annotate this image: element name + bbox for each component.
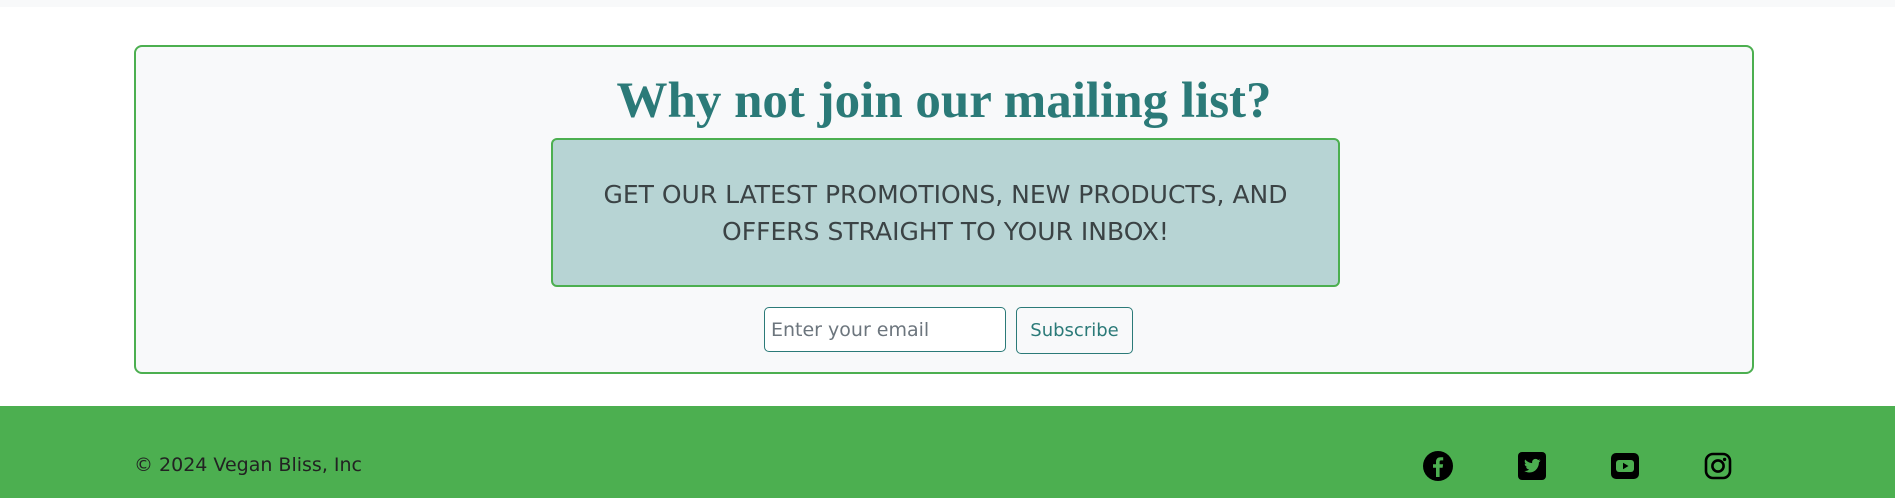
facebook-glyph [1423,451,1453,481]
youtube-glyph [1611,453,1639,479]
instagram-glyph [1704,452,1732,480]
instagram-icon[interactable] [1702,450,1734,482]
promo-text: GET OUR LATEST PROMOTIONS, NEW PRODUCTS,… [603,179,1288,246]
youtube-icon[interactable] [1609,450,1641,482]
mailing-list-section: Why not join our mailing list? GET OUR L… [134,45,1754,374]
site-footer: © 2024 Vegan Bliss, Inc [0,406,1895,498]
promo-banner: GET OUR LATEST PROMOTIONS, NEW PRODUCTS,… [551,138,1340,287]
subscribe-button[interactable]: Subscribe [1016,307,1133,354]
copyright-text: © 2024 Vegan Bliss, Inc [134,454,362,476]
facebook-icon[interactable] [1422,450,1454,482]
email-input[interactable] [764,307,1006,352]
subscribe-form: Subscribe [764,307,1133,354]
top-strip [0,0,1895,7]
twitter-icon[interactable] [1516,450,1548,482]
mailing-list-title: Why not join our mailing list? [616,73,1272,129]
twitter-glyph [1518,452,1546,480]
